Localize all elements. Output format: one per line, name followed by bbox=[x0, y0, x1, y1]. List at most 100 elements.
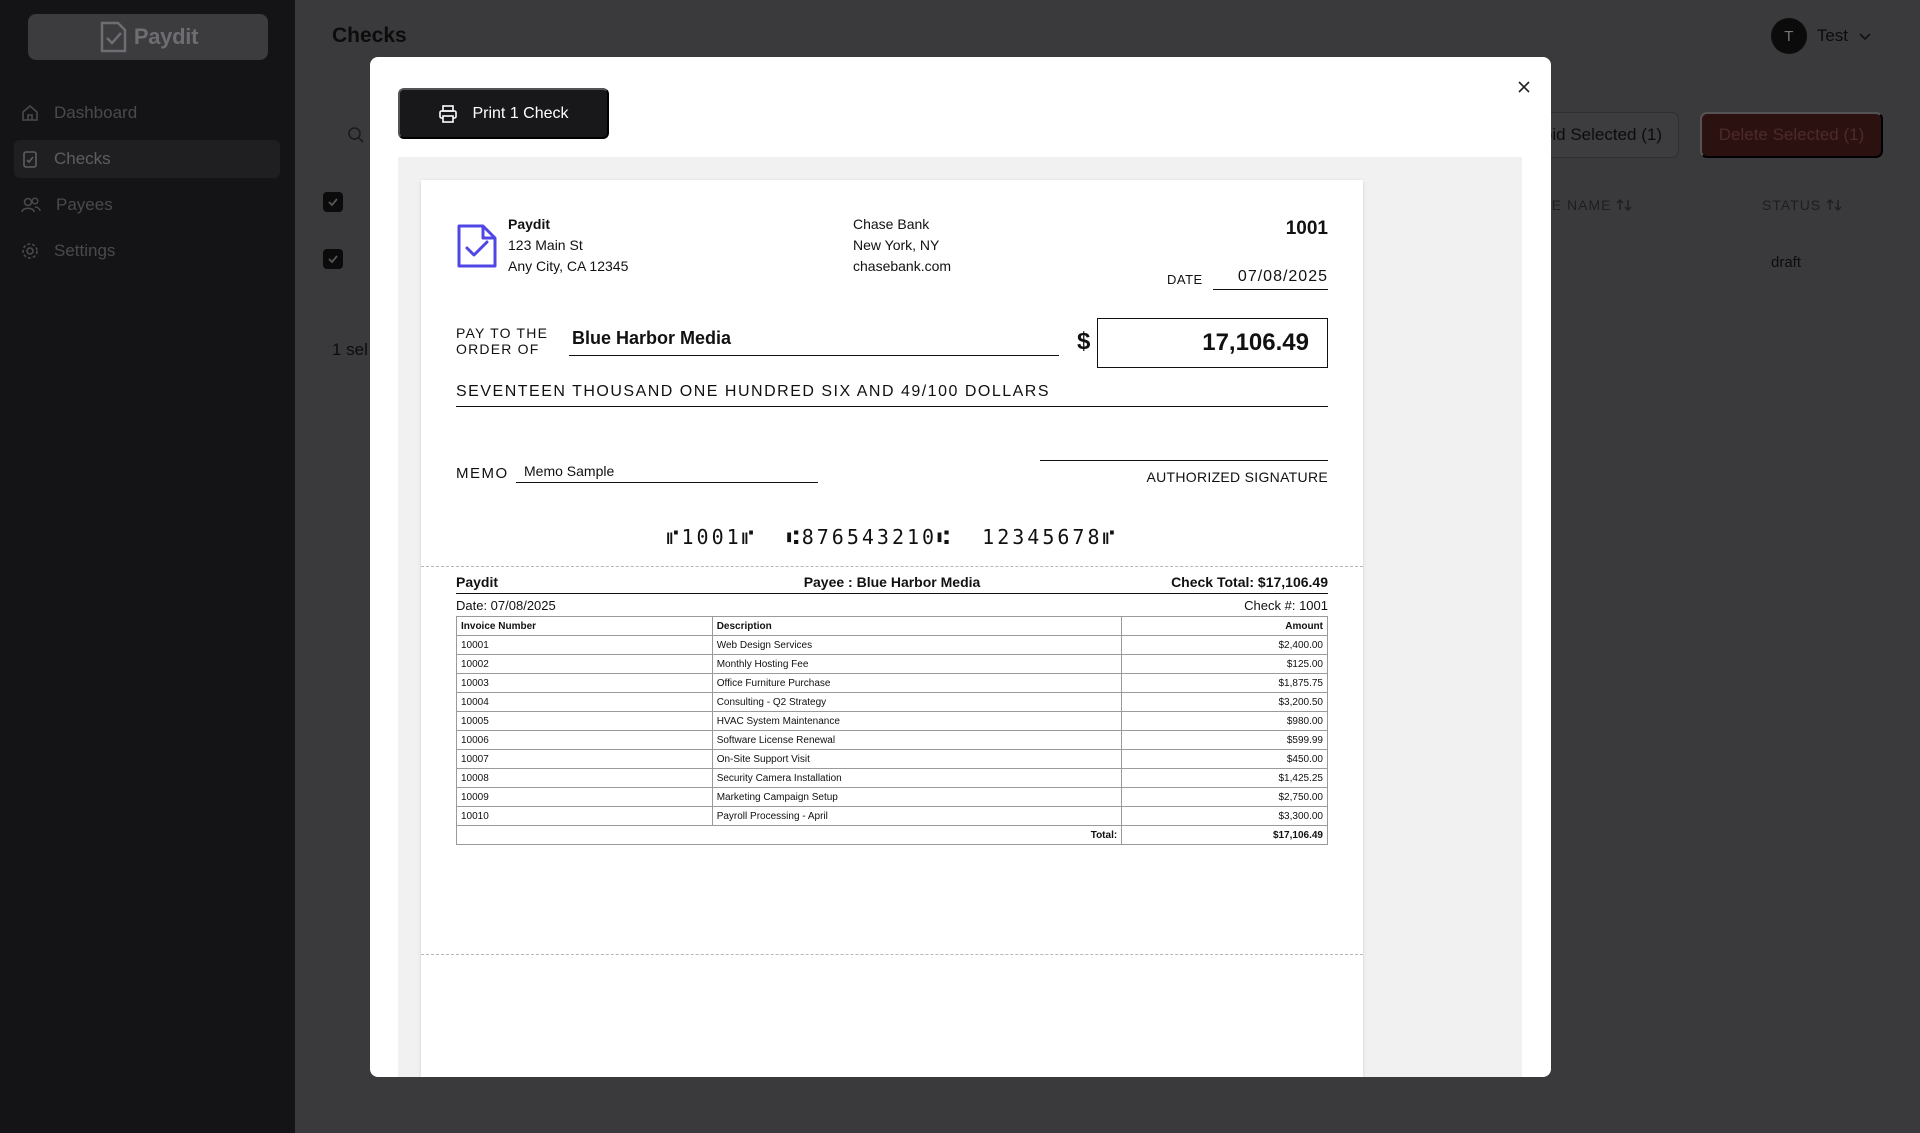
sort-icon bbox=[1826, 199, 1842, 211]
invoice-amount: $3,300.00 bbox=[1121, 806, 1328, 826]
amount-in-words: SEVENTEEN THOUSAND ONE HUNDRED SIX AND 4… bbox=[456, 383, 1328, 407]
invoice-number: 10003 bbox=[456, 673, 713, 693]
pay-to-label-line2: ORDER OF bbox=[456, 341, 540, 357]
memo-value: Memo Sample bbox=[516, 463, 818, 483]
close-button[interactable] bbox=[1512, 75, 1536, 99]
check-date: 07/08/2025 bbox=[1213, 268, 1328, 290]
pay-to-label: PAY TO THE ORDER OF bbox=[456, 325, 548, 357]
select-all-checkbox[interactable] bbox=[323, 192, 343, 212]
stub-check-total: Check Total: $17,106.49 bbox=[1171, 574, 1328, 590]
invoice-description: Payroll Processing - April bbox=[711, 806, 1123, 826]
invoice-description: Consulting - Q2 Strategy bbox=[711, 692, 1123, 712]
column-header-invoice-number: Invoice Number bbox=[456, 616, 713, 636]
avatar: T bbox=[1770, 18, 1807, 54]
invoice-amount: $1,425.25 bbox=[1121, 768, 1328, 788]
sidebar-item-label: Settings bbox=[54, 241, 116, 260]
total-label: Total: bbox=[712, 825, 1123, 845]
table-row: 10003 Office Furniture Purchase $1,875.75 bbox=[456, 673, 1328, 693]
delete-selected-button[interactable]: Delete Selected (1) bbox=[1700, 112, 1883, 158]
stub-date: Date: 07/08/2025 bbox=[456, 598, 556, 613]
invoice-number: 10001 bbox=[456, 635, 713, 655]
invoice-amount: $125.00 bbox=[1121, 654, 1328, 674]
sidebar-item-payees[interactable]: Payees bbox=[20, 186, 286, 224]
logo[interactable]: Paydit bbox=[28, 14, 268, 60]
home-icon bbox=[22, 104, 38, 121]
sidebar-item-dashboard[interactable]: Dashboard bbox=[20, 94, 286, 132]
invoice-amount: $2,750.00 bbox=[1121, 787, 1328, 807]
invoice-number: 10009 bbox=[456, 787, 713, 807]
total-amount: $17,106.49 bbox=[1121, 825, 1328, 845]
logo-check-icon bbox=[100, 21, 127, 53]
table-row: 10005 HVAC System Maintenance $980.00 bbox=[456, 711, 1328, 731]
invoice-number: 10010 bbox=[456, 806, 713, 826]
chevron-down-icon bbox=[1859, 33, 1871, 41]
micr-line: ⑈1001⑈ ⑆876543210⑆ 12345678⑈ bbox=[666, 525, 1118, 549]
print-check-button[interactable]: Print 1 Check bbox=[398, 88, 609, 139]
table-row: 10002 Monthly Hosting Fee $125.00 bbox=[456, 654, 1328, 674]
company-address-line1: 123 Main St bbox=[508, 237, 583, 253]
sort-icon bbox=[1616, 199, 1632, 211]
company-address-line2: Any City, CA 12345 bbox=[508, 258, 629, 274]
column-header-label: STATUS bbox=[1762, 197, 1822, 213]
bank-name: Chase Bank bbox=[853, 216, 930, 232]
table-row: 10001 Web Design Services $2,400.00 bbox=[456, 635, 1328, 655]
paydit-logo-icon bbox=[457, 224, 497, 268]
table-row: 10010 Payroll Processing - April $3,300.00 bbox=[456, 806, 1328, 826]
invoice-description: Web Design Services bbox=[711, 635, 1123, 655]
user-name: Test bbox=[1816, 26, 1848, 45]
check-preview-area[interactable]: Paydit 123 Main St Any City, CA 12345 Ch… bbox=[398, 157, 1522, 1077]
status-badge: draft bbox=[1771, 254, 1802, 271]
bank-website: chasebank.com bbox=[853, 258, 952, 274]
checkmark-icon bbox=[328, 198, 338, 207]
gear-icon bbox=[22, 243, 38, 259]
signature-line bbox=[1040, 460, 1328, 461]
close-icon bbox=[1518, 81, 1530, 93]
pay-to-label-line1: PAY TO THE bbox=[456, 325, 549, 341]
sidebar-item-label: Checks bbox=[54, 149, 111, 168]
column-header-file-name[interactable]: LE NAME bbox=[1543, 197, 1632, 213]
column-header-label: LE NAME bbox=[1543, 197, 1612, 213]
check-paper: Paydit 123 Main St Any City, CA 12345 Ch… bbox=[421, 180, 1363, 1077]
invoice-amount: $450.00 bbox=[1121, 749, 1328, 769]
row-checkbox[interactable] bbox=[323, 249, 343, 269]
invoice-description: Software License Renewal bbox=[711, 730, 1123, 750]
printer-icon bbox=[439, 104, 458, 123]
invoice-amount: $2,400.00 bbox=[1121, 635, 1328, 655]
users-icon bbox=[21, 197, 41, 213]
bank-city: New York, NY bbox=[853, 237, 940, 253]
invoice-number: 10002 bbox=[456, 654, 713, 674]
table-total-row: Total: $17,106.49 bbox=[456, 825, 1328, 845]
company-name: Paydit bbox=[508, 216, 551, 232]
column-header-amount: Amount bbox=[1121, 616, 1328, 636]
invoice-number: 10008 bbox=[456, 768, 713, 788]
search-icon bbox=[348, 127, 364, 143]
perforation-line bbox=[421, 954, 1363, 955]
date-label: DATE bbox=[1167, 272, 1203, 287]
invoice-amount: $980.00 bbox=[1121, 711, 1328, 731]
signature-label: AUTHORIZED SIGNATURE bbox=[1146, 469, 1328, 485]
sidebar-item-settings[interactable]: Settings bbox=[20, 232, 286, 270]
sidebar-item-checks[interactable]: Checks bbox=[14, 140, 280, 178]
stub-company: Paydit bbox=[456, 574, 499, 590]
stub-check-number: Check #: 1001 bbox=[1244, 598, 1328, 613]
print-button-label: Print 1 Check bbox=[472, 104, 569, 122]
invoice-description: On-Site Support Visit bbox=[711, 749, 1123, 769]
sidebar-item-label: Dashboard bbox=[54, 103, 138, 122]
memo-label: MEMO bbox=[456, 465, 509, 482]
column-header-status[interactable]: STATUS bbox=[1762, 197, 1842, 213]
amount-box: 17,106.49 bbox=[1097, 318, 1328, 368]
invoice-description: HVAC System Maintenance bbox=[711, 711, 1123, 731]
invoice-amount: $599.99 bbox=[1121, 730, 1328, 750]
checkmark-icon bbox=[328, 255, 338, 264]
user-menu[interactable]: T Test bbox=[1770, 18, 1872, 54]
total-spacer bbox=[456, 825, 713, 845]
invoice-number: 10006 bbox=[456, 730, 713, 750]
table-row: 10006 Software License Renewal $599.99 bbox=[456, 730, 1328, 750]
perforation-line bbox=[421, 566, 1363, 567]
page-title: Checks bbox=[332, 24, 407, 47]
table-row: 10008 Security Camera Installation $1,425.… bbox=[456, 768, 1328, 788]
invoice-table: Invoice Number Description Amount 10001 W… bbox=[456, 616, 1328, 845]
invoice-amount: $1,875.75 bbox=[1121, 673, 1328, 693]
invoice-table-header: Invoice Number Description Amount bbox=[456, 616, 1328, 636]
table-row: 10007 On-Site Support Visit $450.00 bbox=[456, 749, 1328, 769]
